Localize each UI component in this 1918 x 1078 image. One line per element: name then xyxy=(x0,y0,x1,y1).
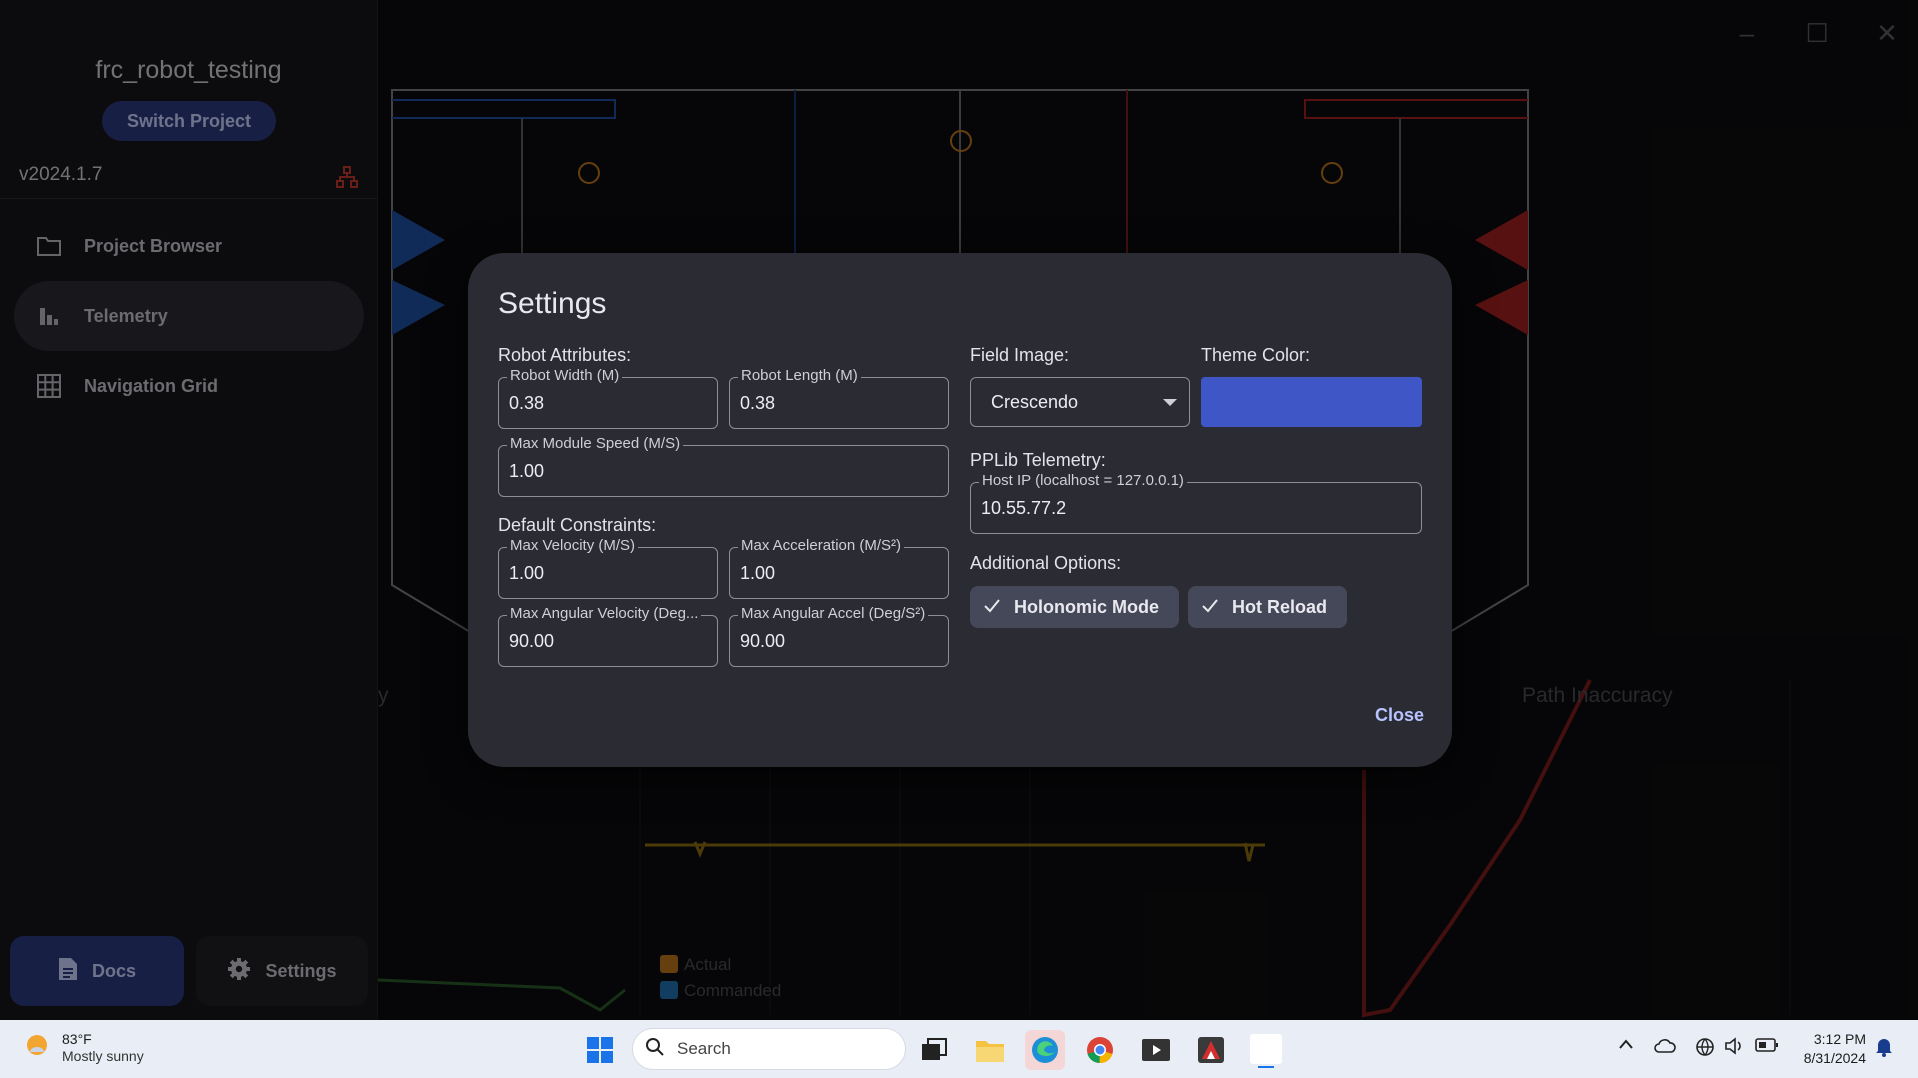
search-icon xyxy=(645,1037,665,1062)
field-label: Robot Length (M) xyxy=(738,367,861,384)
clock-date: 8/31/2024 xyxy=(1803,1050,1866,1066)
field-value: 0.38 xyxy=(740,393,776,413)
field-value: 90.00 xyxy=(509,631,555,651)
robot-width-field[interactable]: Robot Width (M) 0.38 xyxy=(498,367,718,429)
max-velocity-field[interactable]: Max Velocity (M/S) 1.00 xyxy=(498,537,718,599)
dropdown-arrow-icon xyxy=(1163,399,1177,406)
weather-widget[interactable]: 83°F Mostly sunny xyxy=(22,1030,144,1065)
taskbar-search[interactable]: Search xyxy=(632,1028,906,1070)
check-icon xyxy=(984,597,1000,618)
sun-icon xyxy=(22,1030,52,1065)
cloud-sync-icon[interactable] xyxy=(1654,1037,1676,1060)
weather-desc: Mostly sunny xyxy=(62,1047,144,1064)
max-acceleration-field[interactable]: Max Acceleration (M/S²) 1.00 xyxy=(729,537,949,599)
volume-icon[interactable] xyxy=(1724,1037,1744,1060)
chip-label: Holonomic Mode xyxy=(1014,596,1159,617)
field-label: Max Acceleration (M/S²) xyxy=(738,537,905,554)
pplib-telemetry-label: PPLib Telemetry: xyxy=(970,450,1106,470)
field-value: 90.00 xyxy=(740,631,786,651)
field-value: 10.55.77.2 xyxy=(981,498,1067,518)
field-label: Max Angular Velocity (Deg... xyxy=(507,605,702,622)
dialog-title: Settings xyxy=(498,287,607,320)
pathplanner-icon[interactable] xyxy=(1191,1030,1231,1070)
taskbar: 83°F Mostly sunny Search 3:12 PM 8/31/20… xyxy=(0,1020,1918,1078)
holonomic-mode-chip[interactable]: Holonomic Mode xyxy=(970,586,1179,628)
field-value: 0.38 xyxy=(509,393,545,413)
field-image-label: Field Image: xyxy=(970,345,1070,365)
theme-color-label: Theme Color: xyxy=(1201,345,1311,365)
windows-start-icon[interactable] xyxy=(580,1030,620,1070)
weather-temp: 83°F xyxy=(62,1030,92,1047)
chrome-icon[interactable] xyxy=(1080,1030,1120,1070)
hot-reload-chip[interactable]: Hot Reload xyxy=(1188,586,1348,628)
clock-time: 3:12 PM xyxy=(1813,1031,1866,1047)
default-constraints-label: Default Constraints: xyxy=(498,515,657,535)
dropdown-value: Crescendo xyxy=(991,392,1079,412)
theme-color-swatch[interactable] xyxy=(1201,377,1422,427)
field-value: 1.00 xyxy=(509,563,545,583)
robot-length-field[interactable]: Robot Length (M) 0.38 xyxy=(729,367,949,429)
media-app-icon[interactable] xyxy=(1136,1030,1176,1070)
task-view-icon[interactable] xyxy=(914,1030,954,1070)
notification-bell-icon[interactable] xyxy=(1874,1036,1894,1063)
globe-icon[interactable] xyxy=(1695,1037,1715,1062)
robot-attributes-label: Robot Attributes: xyxy=(498,345,632,365)
battery-icon[interactable] xyxy=(1755,1037,1779,1058)
chip-label: Hot Reload xyxy=(1232,596,1328,617)
host-ip-field[interactable]: Host IP (localhost = 127.0.0.1) 10.55.77… xyxy=(970,472,1422,534)
max-angular-accel-field[interactable]: Max Angular Accel (Deg/S²) 90.00 xyxy=(729,605,949,667)
field-label: Max Velocity (M/S) xyxy=(507,537,639,554)
settings-dialog: Settings Robot Attributes: Robot Width (… xyxy=(468,253,1452,767)
active-window-icon[interactable] xyxy=(1246,1030,1286,1070)
taskbar-clock[interactable]: 3:12 PM 8/31/2024 xyxy=(1804,1030,1866,1068)
chevron-up-icon[interactable] xyxy=(1618,1037,1634,1055)
close-button[interactable]: Close xyxy=(1375,705,1424,726)
field-image-dropdown[interactable]: Crescendo xyxy=(970,377,1190,427)
search-placeholder: Search xyxy=(677,1039,731,1058)
check-icon xyxy=(1202,597,1218,618)
field-value: 1.00 xyxy=(740,563,776,583)
field-label: Max Angular Accel (Deg/S²) xyxy=(738,605,929,622)
edge-icon[interactable] xyxy=(1025,1030,1065,1070)
max-module-speed-field[interactable]: Max Module Speed (M/S) 1.00 xyxy=(498,435,949,497)
field-label: Robot Width (M) xyxy=(507,367,623,384)
field-label: Max Module Speed (M/S) xyxy=(507,435,684,452)
additional-options-label: Additional Options: xyxy=(970,553,1122,573)
file-explorer-icon[interactable] xyxy=(970,1030,1010,1070)
field-value: 1.00 xyxy=(509,461,545,481)
max-angular-velocity-field[interactable]: Max Angular Velocity (Deg... 90.00 xyxy=(498,605,718,667)
field-label: Host IP (localhost = 127.0.0.1) xyxy=(979,472,1187,489)
